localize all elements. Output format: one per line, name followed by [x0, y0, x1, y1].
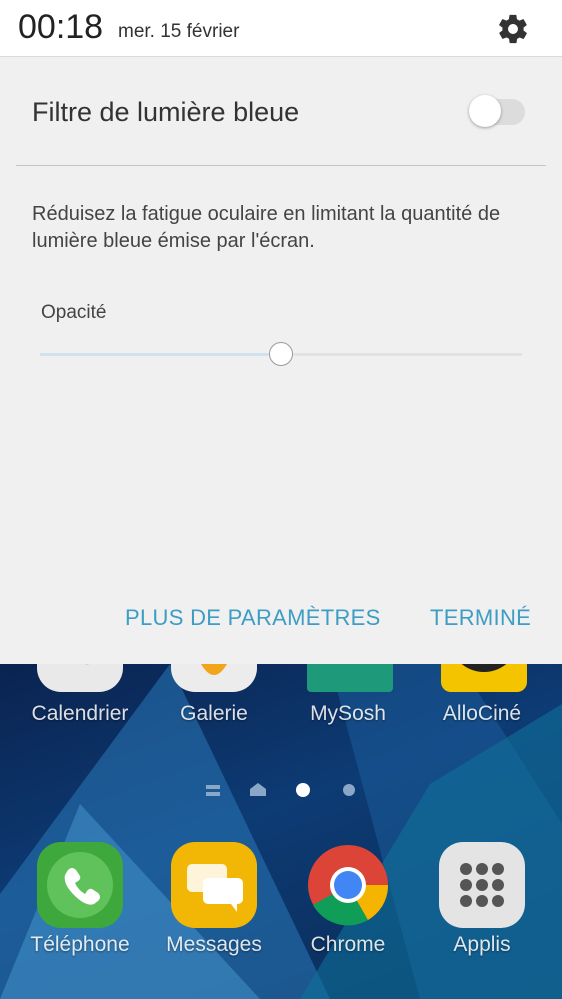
gallery-icon [171, 664, 257, 692]
app-label: AlloCiné [442, 702, 522, 725]
app-label: Téléphone [30, 933, 130, 956]
app-label: Galerie [180, 702, 248, 725]
opacity-label: Opacité [41, 302, 107, 323]
chrome-icon [308, 845, 389, 926]
panel-title: Filtre de lumière bleue [32, 97, 300, 127]
messages-icon [171, 842, 257, 928]
opacity-slider[interactable] [40, 342, 522, 372]
page-indicator[interactable] [200, 782, 370, 802]
app-label: Calendrier [31, 702, 129, 725]
home-screen: 15 Calendrier Galerie MySosh AlloCiné [0, 664, 562, 999]
blue-light-filter-panel: Filtre de lumière bleue Réduisez la fati… [0, 57, 562, 664]
divider [16, 165, 546, 166]
date: mer. 15 février [118, 21, 240, 42]
calendar-icon: 15 [37, 664, 123, 692]
app-label: Chrome [310, 933, 386, 956]
done-button[interactable]: TERMINÉ [430, 605, 531, 631]
app-label: Messages [166, 933, 262, 956]
apps-grid-icon [439, 842, 525, 928]
status-bar: 00:18 mer. 15 février [0, 0, 562, 57]
app-label: MySosh [310, 702, 386, 725]
slider-thumb[interactable] [269, 342, 293, 366]
toggle-knob [469, 95, 501, 127]
phone-icon [37, 842, 123, 928]
more-settings-button[interactable]: PLUS DE PARAMÈTRES [125, 605, 381, 631]
blue-light-toggle[interactable] [469, 95, 527, 127]
app-label: Applis [453, 933, 511, 956]
slider-fill [40, 353, 281, 356]
clock: 00:18 [18, 8, 104, 46]
allocine-icon [441, 664, 527, 692]
gear-icon[interactable] [496, 12, 530, 46]
description: Réduisez la fatigue oculaire en limitant… [32, 203, 501, 252]
mysosh-icon [307, 664, 393, 692]
